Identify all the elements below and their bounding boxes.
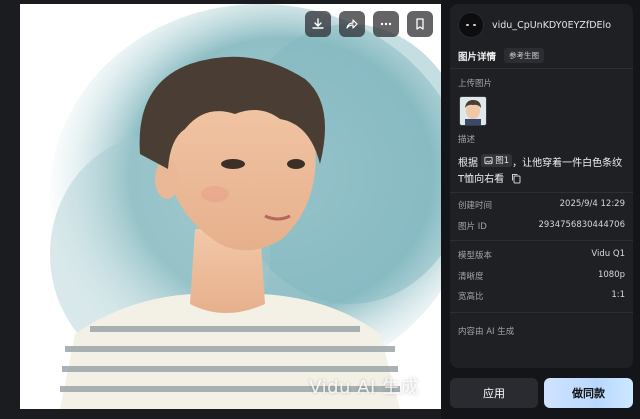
info-value-image-id: 2934756830444706 xyxy=(538,220,625,230)
image-viewer: Vidu AI 生成 xyxy=(0,0,441,419)
description-label: 描述 xyxy=(458,135,476,145)
param-value-model: Vidu Q1 xyxy=(591,249,625,259)
panel-tabs: 图片详情 参考生图 xyxy=(458,48,545,63)
more-icon xyxy=(380,22,392,26)
watermark: Vidu AI 生成 xyxy=(309,377,419,398)
image-icon xyxy=(484,156,493,165)
user-row[interactable]: vidu_CpUnKDY0EYZfDElo xyxy=(458,12,611,38)
divider xyxy=(450,192,633,193)
download-icon xyxy=(312,18,324,29)
info-label-created: 创建时间 xyxy=(458,201,493,211)
bookmark-button[interactable] xyxy=(407,11,433,37)
divider xyxy=(450,240,633,241)
ai-generated-note: 内容由 AI 生成 xyxy=(458,327,515,337)
info-label-image-id: 图片 ID xyxy=(458,222,487,232)
description-prefix: 根据 xyxy=(458,158,478,169)
tab-reference-generate[interactable]: 参考生图 xyxy=(504,48,545,63)
divider xyxy=(450,312,633,313)
avatar[interactable] xyxy=(458,12,484,38)
param-value-aspect: 1:1 xyxy=(611,290,625,300)
upload-label: 上传图片 xyxy=(458,79,493,89)
tab-image-details[interactable]: 图片详情 xyxy=(458,49,496,63)
details-panel: vidu_CpUnKDY0EYZfDElo 图片详情 参考生图 上传图片 描述 … xyxy=(450,4,633,368)
param-label-model: 模型版本 xyxy=(458,251,493,261)
param-label-aspect: 宽高比 xyxy=(458,292,484,302)
description-text: 根据 图1 ，让他穿着一件白色条纹T恤向右看 xyxy=(458,154,626,188)
username[interactable]: vidu_CpUnKDY0EYZfDElo xyxy=(492,20,611,31)
apply-button[interactable]: 应用 xyxy=(450,378,538,408)
generated-image: Vidu AI 生成 xyxy=(20,4,441,409)
share-icon xyxy=(346,19,358,29)
image-actions xyxy=(305,11,433,37)
more-button[interactable] xyxy=(373,11,399,37)
divider xyxy=(450,68,633,69)
share-button[interactable] xyxy=(339,11,365,37)
uploaded-image-thumbnail[interactable] xyxy=(459,96,487,126)
download-button[interactable] xyxy=(305,11,331,37)
info-value-created: 2025/9/4 12:29 xyxy=(559,199,625,209)
param-value-resolution: 1080p xyxy=(597,270,625,280)
make-same-button[interactable]: 做同款 xyxy=(544,378,633,408)
reference-chip-label: 图1 xyxy=(495,155,510,166)
reference-image-chip[interactable]: 图1 xyxy=(481,154,513,167)
bookmark-icon xyxy=(416,18,424,30)
copy-icon[interactable] xyxy=(511,173,521,184)
param-label-resolution: 清晰度 xyxy=(458,272,484,282)
